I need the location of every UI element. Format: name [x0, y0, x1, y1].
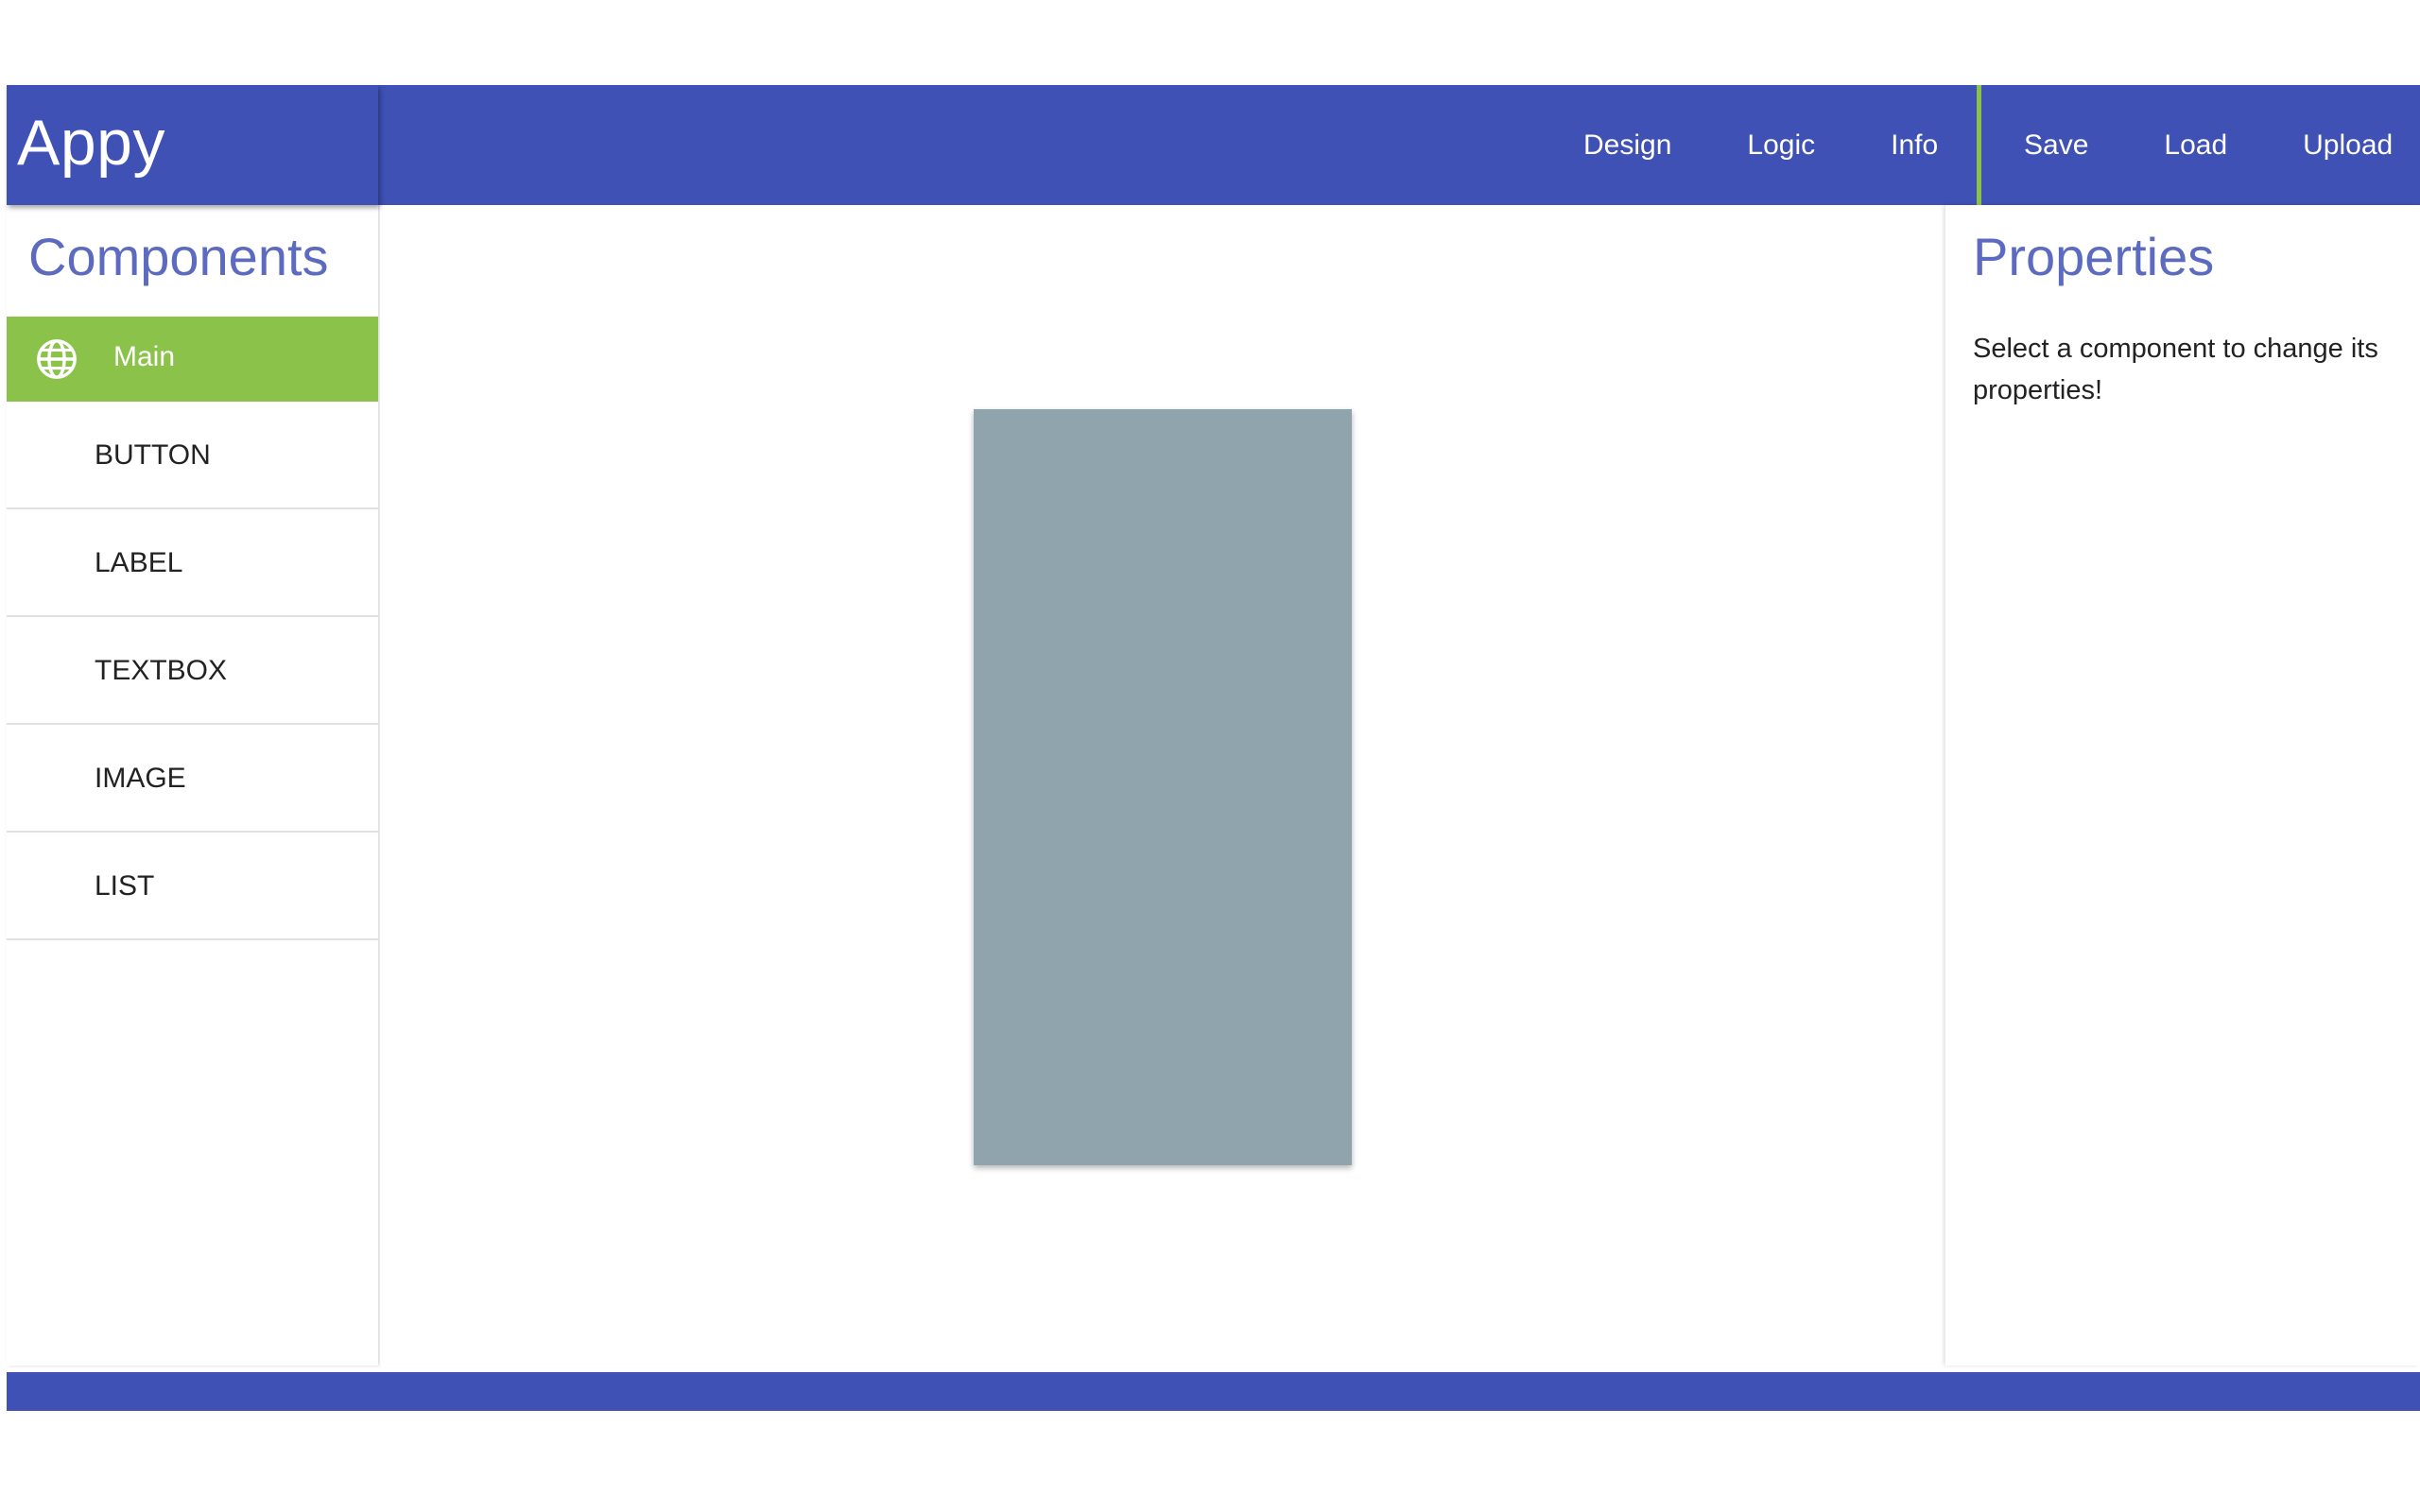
properties-title: Properties [1973, 227, 2215, 286]
phone-preview[interactable] [974, 409, 1352, 1165]
nav-info[interactable]: Info [1853, 85, 1976, 205]
components-title: Components [28, 227, 329, 286]
component-label: LABEL [95, 547, 183, 578]
nav-logic[interactable]: Logic [1709, 85, 1853, 205]
component-label: IMAGE [95, 763, 186, 794]
design-canvas [380, 205, 1942, 1366]
component-label: BUTTON [95, 439, 211, 471]
brand-area: Appy [7, 85, 378, 205]
component-image[interactable]: IMAGE [7, 725, 378, 833]
load-button[interactable]: Load [2126, 85, 2265, 205]
app-title: Appy [17, 107, 165, 179]
components-sidebar: Components Main BUTTON LABEL TEXTBOX IMA… [7, 205, 378, 1366]
nav-divider [1977, 85, 1981, 205]
component-main-selected[interactable]: Main [7, 317, 378, 402]
view-nav: Design Logic Info [1546, 85, 1976, 205]
nav-design[interactable]: Design [1546, 85, 1709, 205]
component-button[interactable]: BUTTON [7, 402, 378, 509]
component-label: LIST [95, 870, 155, 902]
component-label[interactable]: LABEL [7, 509, 378, 617]
component-label: TEXTBOX [95, 655, 228, 686]
upload-button[interactable]: Upload [2265, 85, 2420, 205]
file-nav: Save Load Upload [1986, 85, 2420, 205]
component-main-label: Main [113, 341, 176, 372]
component-list: BUTTON LABEL TEXTBOX IMAGE LIST [7, 402, 378, 940]
save-button[interactable]: Save [1986, 85, 2126, 205]
component-list[interactable]: LIST [7, 833, 378, 940]
globe-icon [37, 339, 77, 379]
app-window: Appy Design Logic Info Save Load Upload … [7, 85, 2420, 1411]
footer-bar [7, 1372, 2420, 1411]
properties-hint: Select a component to change its propert… [1973, 334, 2378, 405]
properties-panel: Properties Select a component to change … [1945, 205, 2420, 1366]
component-textbox[interactable]: TEXTBOX [7, 617, 378, 725]
top-app-bar: Appy Design Logic Info Save Load Upload [7, 85, 2420, 205]
